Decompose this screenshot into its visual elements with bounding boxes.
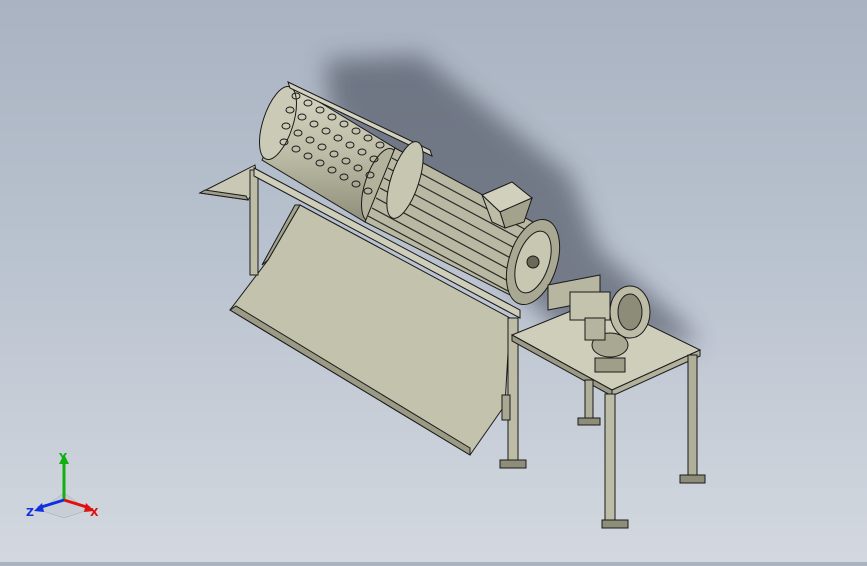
- orientation-triad[interactable]: Y X Z: [22, 448, 112, 528]
- z-arrow-icon: [34, 503, 44, 512]
- z-axis-label: Z: [26, 506, 34, 519]
- y-axis-label: Y: [58, 451, 68, 464]
- x-axis-label: X: [90, 506, 99, 519]
- triad-axes: Y X Z: [26, 451, 99, 519]
- machine-model[interactable]: [0, 0, 867, 562]
- graphics-viewport[interactable]: Y X Z: [0, 0, 867, 562]
- feed-lip: [198, 164, 259, 201]
